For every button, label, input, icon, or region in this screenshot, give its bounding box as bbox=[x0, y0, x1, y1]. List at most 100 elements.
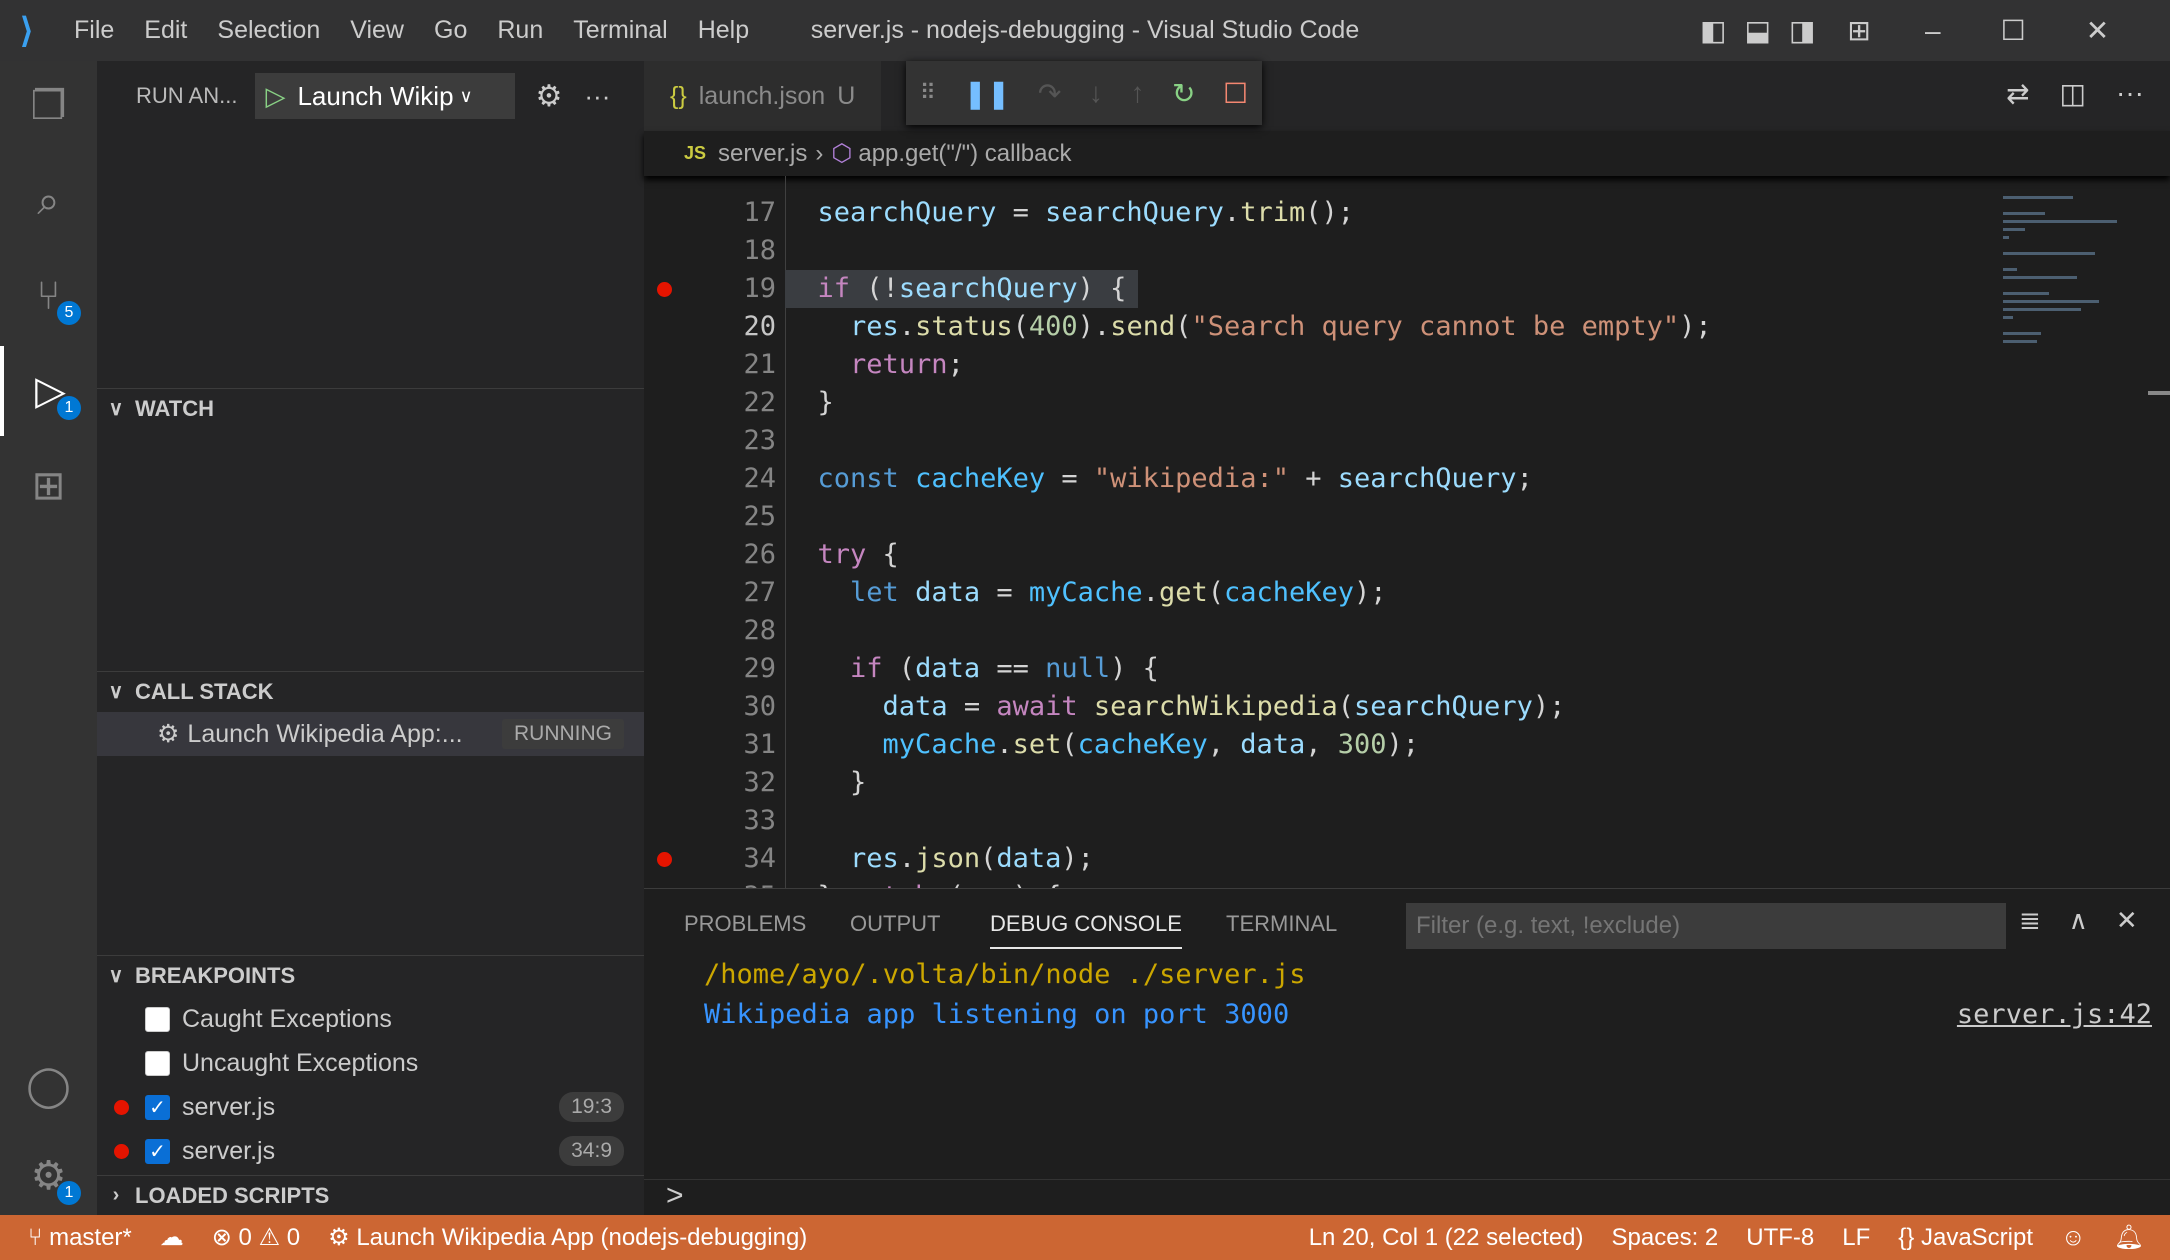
menu-run[interactable]: Run bbox=[497, 16, 543, 45]
problems-item[interactable]: ⊗ 0 ⚠ 0 bbox=[212, 1223, 300, 1252]
step-into-icon[interactable]: ↓ bbox=[1089, 77, 1103, 109]
breakpoint-icon[interactable] bbox=[657, 852, 672, 867]
launch-config-dropdown[interactable]: ▷ Launch Wikip ∨ bbox=[255, 73, 516, 119]
clear-console-icon[interactable]: ≣ bbox=[2019, 905, 2041, 936]
call-stack-item[interactable]: ⚙ Launch Wikipedia App:... RUNNING bbox=[97, 712, 644, 756]
start-debugging-icon[interactable]: ▷ bbox=[265, 81, 285, 112]
tab-problems[interactable]: PROBLEMS bbox=[684, 911, 806, 937]
code-line[interactable]: 32 } bbox=[644, 764, 2170, 802]
open-changes-icon[interactable]: ⇄ bbox=[2006, 77, 2029, 110]
scrollbar-thumb[interactable] bbox=[2148, 391, 2170, 395]
checkbox[interactable] bbox=[145, 1050, 170, 1076]
extensions-icon[interactable]: ⊞ bbox=[0, 441, 97, 531]
account-icon[interactable]: ◯ bbox=[0, 1041, 97, 1131]
debug-session-item[interactable]: ⚙ Launch Wikipedia App (nodejs-debugging… bbox=[328, 1223, 807, 1252]
code-line[interactable]: 21 return; bbox=[644, 346, 2170, 384]
breakpoint-caught-exceptions[interactable]: Caught Exceptions bbox=[97, 997, 644, 1041]
stop-icon[interactable]: ☐ bbox=[1223, 77, 1248, 110]
explorer-icon[interactable]: ❐ bbox=[0, 61, 97, 151]
breakpoint-uncaught-exceptions[interactable]: Uncaught Exceptions bbox=[97, 1041, 644, 1085]
tab-terminal[interactable]: TERMINAL bbox=[1226, 911, 1337, 937]
toggle-secondary-sidebar-icon[interactable]: ◨ bbox=[1789, 14, 1815, 47]
breakpoint-item[interactable]: ✓ server.js 34:9 bbox=[97, 1129, 644, 1173]
code-line[interactable]: 27 let data = myCache.get(cacheKey); bbox=[644, 574, 2170, 612]
code-line[interactable]: 25 bbox=[644, 498, 2170, 536]
code-editor[interactable]: 17 searchQuery = searchQuery.trim(); 18 19… bbox=[644, 176, 2170, 888]
code-line[interactable]: 23 bbox=[644, 422, 2170, 460]
code-line[interactable]: 24 const cacheKey = "wikipedia:" + searc… bbox=[644, 460, 2170, 498]
language-mode[interactable]: {} JavaScript bbox=[1898, 1224, 2033, 1252]
code-line[interactable]: 20 res.status(400).send("Search query ca… bbox=[644, 308, 2170, 346]
search-icon[interactable]: ⌕ bbox=[0, 156, 97, 246]
console-line: Wikipedia app listening on port 3000 bbox=[704, 999, 1290, 1030]
code-line[interactable]: 22 } bbox=[644, 384, 2170, 422]
code-line[interactable]: 29 if (data == null) { bbox=[644, 650, 2170, 688]
close-panel-icon[interactable]: ✕ bbox=[2116, 905, 2138, 936]
code-line[interactable]: 28 bbox=[644, 612, 2170, 650]
breakpoint-item[interactable]: ✓ server.js 19:3 bbox=[97, 1085, 644, 1129]
checkbox[interactable]: ✓ bbox=[145, 1094, 170, 1120]
breadcrumb-symbol[interactable]: app.get("/") callback bbox=[858, 140, 1071, 168]
notifications-bell-icon[interactable]: 🔔︎ bbox=[2114, 1223, 2144, 1252]
code-line[interactable]: 34 res.json(data); bbox=[644, 840, 2170, 878]
open-launch-json-gear-icon[interactable]: ⚙ bbox=[535, 79, 562, 114]
code-line[interactable]: 26 try { bbox=[644, 536, 2170, 574]
maximize-panel-icon[interactable]: ∧ bbox=[2069, 905, 2088, 936]
code-line[interactable]: 31 myCache.set(cacheKey, data, 300); bbox=[644, 726, 2170, 764]
menu-help[interactable]: Help bbox=[698, 16, 749, 45]
code-line[interactable]: 33 bbox=[644, 802, 2170, 840]
step-over-icon[interactable]: ↷ bbox=[1038, 77, 1061, 110]
tab-launch-json[interactable]: {} launch.json U bbox=[644, 61, 882, 131]
code-line[interactable]: 35 } catch (err) { bbox=[644, 878, 2170, 888]
run-debug-icon[interactable]: ▷ 1 bbox=[0, 346, 97, 436]
minimize-button[interactable]: – bbox=[1925, 15, 1941, 47]
tab-output[interactable]: OUTPUT bbox=[850, 911, 940, 937]
pause-icon[interactable]: ❚❚ bbox=[963, 77, 1010, 110]
call-stack-section-header[interactable]: ∨ CALL STACK bbox=[97, 671, 644, 711]
step-out-icon[interactable]: ↑ bbox=[1130, 77, 1144, 109]
code-line[interactable]: 30 data = await searchWikipedia(searchQu… bbox=[644, 688, 2170, 726]
console-source-link[interactable]: server.js:42 bbox=[1957, 999, 2152, 1030]
code-token: ); bbox=[1354, 577, 1387, 608]
maximize-button[interactable]: ☐ bbox=[2001, 14, 2026, 47]
customize-layout-icon[interactable]: ⊞ bbox=[1847, 14, 1870, 47]
menu-go[interactable]: Go bbox=[434, 16, 467, 45]
menu-edit[interactable]: Edit bbox=[144, 16, 187, 45]
menu-view[interactable]: View bbox=[350, 16, 404, 45]
code-line[interactable]: 19 if (!searchQuery) { bbox=[644, 270, 2170, 308]
restart-icon[interactable]: ↻ bbox=[1172, 77, 1195, 110]
line-ending[interactable]: LF bbox=[1842, 1224, 1870, 1252]
drag-handle-icon[interactable]: ⠿ bbox=[920, 80, 936, 106]
minimap[interactable] bbox=[1997, 176, 2142, 376]
tab-debug-console[interactable]: DEBUG CONSOLE bbox=[990, 911, 1182, 949]
code-line[interactable]: 18 bbox=[644, 232, 2170, 270]
menu-terminal[interactable]: Terminal bbox=[573, 16, 667, 45]
settings-gear-icon[interactable]: ⚙ 1 bbox=[0, 1131, 97, 1221]
watch-section-header[interactable]: ∨ WATCH bbox=[97, 388, 644, 428]
indentation[interactable]: Spaces: 2 bbox=[1612, 1224, 1719, 1252]
console-prompt[interactable]: > bbox=[666, 1179, 684, 1213]
split-editor-icon[interactable]: ◫ bbox=[2060, 77, 2086, 110]
toggle-panel-icon[interactable]: ⬓ bbox=[1744, 14, 1770, 47]
toggle-sidebar-icon[interactable]: ◧ bbox=[1700, 14, 1726, 47]
checkbox[interactable]: ✓ bbox=[145, 1138, 170, 1164]
cursor-position[interactable]: Ln 20, Col 1 (22 selected) bbox=[1309, 1224, 1584, 1252]
sync-icon[interactable]: ☁ bbox=[160, 1223, 184, 1252]
breakpoint-icon[interactable] bbox=[657, 282, 672, 297]
checkbox[interactable] bbox=[145, 1006, 170, 1032]
more-actions-icon[interactable]: ··· bbox=[584, 81, 610, 112]
close-button[interactable]: ✕ bbox=[2086, 14, 2109, 47]
breakpoints-section-header[interactable]: ∨ BREAKPOINTS bbox=[97, 955, 644, 995]
menu-file[interactable]: File bbox=[74, 16, 114, 45]
code-line[interactable]: 17 searchQuery = searchQuery.trim(); bbox=[644, 194, 2170, 232]
more-actions-icon[interactable]: ··· bbox=[2116, 77, 2144, 110]
menu-selection[interactable]: Selection bbox=[217, 16, 320, 45]
branch-item[interactable]: ⑂ master* bbox=[28, 1224, 132, 1252]
encoding[interactable]: UTF-8 bbox=[1746, 1224, 1814, 1252]
feedback-icon[interactable]: ☺ bbox=[2061, 1224, 2086, 1252]
debug-console-filter-input[interactable] bbox=[1406, 903, 2006, 949]
chevron-down-icon: ∨ bbox=[108, 398, 124, 420]
breadcrumb-file[interactable]: server.js bbox=[718, 140, 807, 168]
loaded-scripts-section-header[interactable]: › LOADED SCRIPTS bbox=[97, 1175, 644, 1215]
source-control-icon[interactable]: ⑂ 5 bbox=[0, 251, 97, 341]
